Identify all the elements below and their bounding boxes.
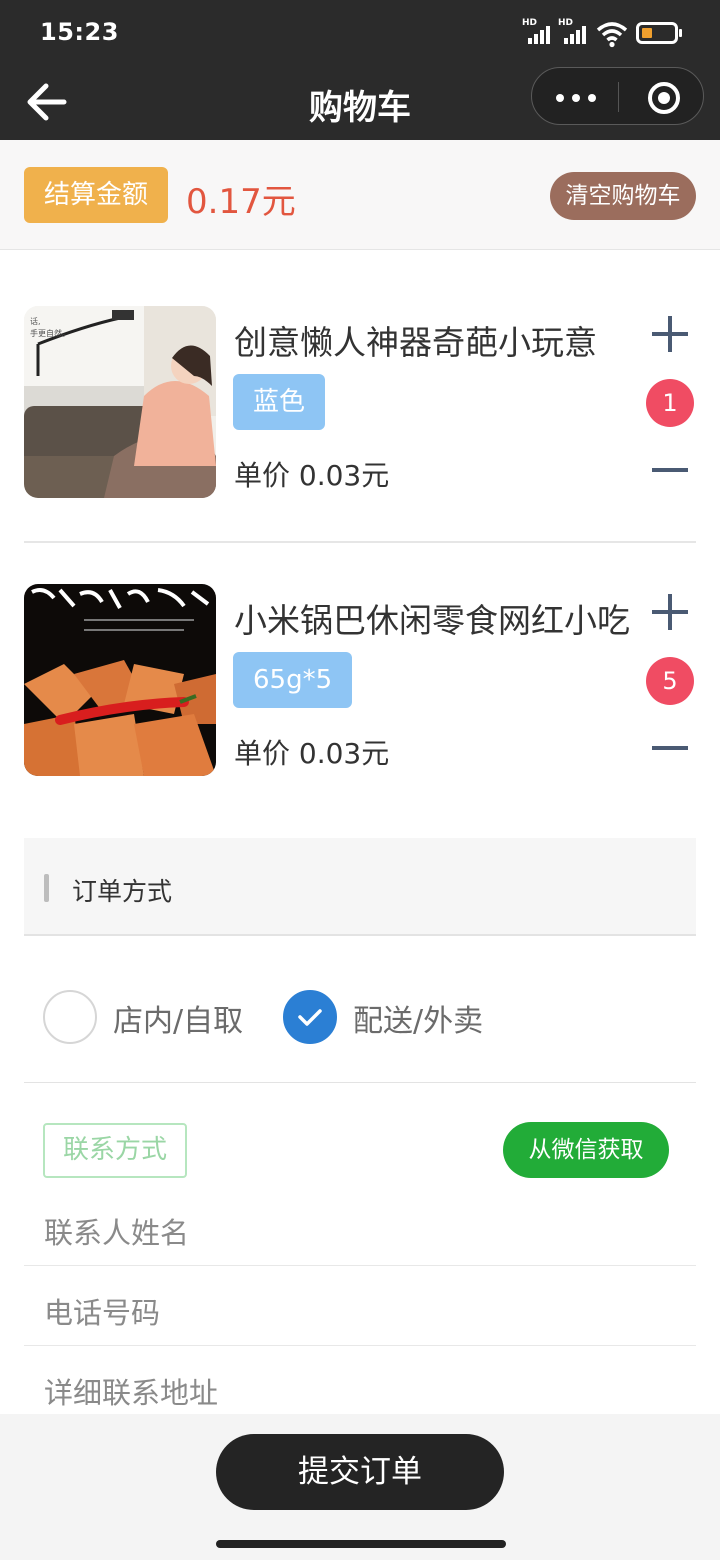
battery-icon <box>636 22 682 44</box>
quantity-badge: 1 <box>646 379 694 427</box>
cart-summary: 结算金额 0.17元 清空购物车 <box>0 140 720 250</box>
product-image[interactable] <box>24 584 216 776</box>
clear-cart-button[interactable]: 清空购物车 <box>550 172 696 220</box>
more-dots-icon[interactable] <box>548 80 604 114</box>
close-target-icon[interactable] <box>648 82 680 114</box>
bottom-bar: 提交订单 <box>0 1414 720 1560</box>
name-field[interactable]: 联系人姓名 <box>24 1186 696 1266</box>
name-placeholder: 联系人姓名 <box>44 1216 190 1250</box>
svg-text:手更自然。: 手更自然。 <box>30 328 70 338</box>
total-label: 结算金额 <box>24 167 168 223</box>
divider <box>24 541 696 543</box>
section-title: 订单方式 <box>72 877 173 906</box>
submit-order-button[interactable]: 提交订单 <box>216 1434 504 1510</box>
minus-icon[interactable] <box>652 746 688 750</box>
address-placeholder: 详细联系地址 <box>44 1376 219 1410</box>
total-amount: 0.17元 <box>186 182 296 222</box>
product-name: 小米锅巴休闲零食网红小吃 <box>234 601 630 640</box>
product-spec: 65g*5 <box>233 652 353 708</box>
plus-icon[interactable] <box>652 594 688 630</box>
home-indicator[interactable] <box>216 1540 506 1548</box>
radio-checked-icon[interactable] <box>283 990 337 1044</box>
wifi-icon <box>596 22 628 48</box>
divider <box>24 1082 696 1083</box>
product-price: 单价 0.03元 <box>234 459 390 492</box>
radio-circle-icon[interactable] <box>43 990 97 1044</box>
nav-bar: 购物车 <box>0 64 720 140</box>
minus-icon[interactable] <box>652 468 688 472</box>
mini-program-capsule <box>531 67 704 125</box>
phone-placeholder: 电话号码 <box>44 1296 161 1330</box>
product-spec: 蓝色 <box>233 374 326 430</box>
radio-label: 配送/外卖 <box>353 1004 484 1039</box>
phone-field[interactable]: 电话号码 <box>24 1266 696 1346</box>
product-image[interactable]: 话, 手更自然。 <box>24 306 216 498</box>
product-name: 创意懒人神器奇葩小玩意 <box>234 323 597 362</box>
get-from-wechat-button[interactable]: 从微信获取 <box>503 1122 669 1178</box>
cart-item: 话, 手更自然。 创意懒人神器奇葩小玩意 蓝色 单价 0.03元 1 <box>24 306 696 498</box>
contact-tag: 联系方式 <box>43 1123 187 1178</box>
quantity-badge: 5 <box>646 657 694 705</box>
order-method-header: 订单方式 <box>24 838 696 936</box>
svg-text:话,: 话, <box>30 316 41 326</box>
radio-label: 店内/自取 <box>113 1004 244 1039</box>
status-bar: 15:23 HD HD <box>0 0 720 64</box>
product-price: 单价 0.03元 <box>234 737 390 770</box>
cart-item: 小米锅巴休闲零食网红小吃 65g*5 单价 0.03元 5 <box>24 584 696 776</box>
status-time: 15:23 <box>40 18 119 46</box>
plus-icon[interactable] <box>652 316 688 352</box>
